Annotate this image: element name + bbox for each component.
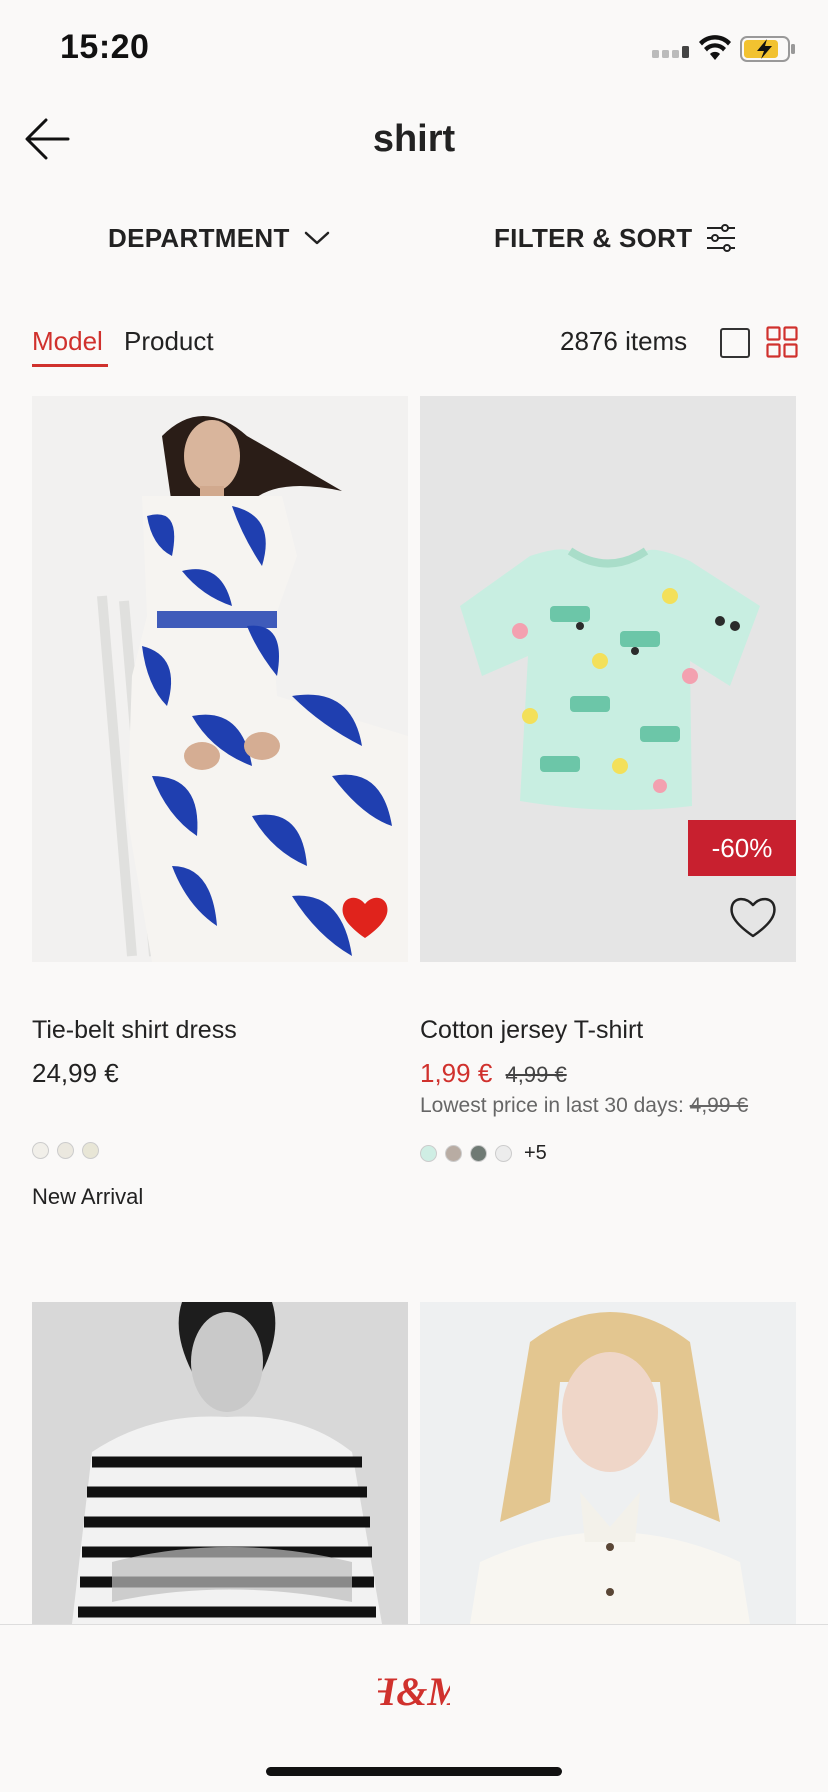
color-swatch[interactable]	[470, 1145, 487, 1162]
product-card[interactable]: -60% Cotton jersey T-shirt 1,99 € 4,99 €…	[420, 396, 796, 1226]
more-colors-count[interactable]: +5	[524, 1142, 547, 1165]
active-tab-underline	[32, 364, 108, 367]
product-price: 24,99 €	[32, 1058, 119, 1088]
tab-product[interactable]: Product	[124, 326, 214, 357]
product-card[interactable]: Tie-belt shirt dress 24,99 € New Arrival	[32, 396, 408, 1226]
lowest-price-label: Lowest price in last 30 days:	[420, 1094, 684, 1117]
view-tabs-row: Model Product 2876 items	[0, 318, 828, 374]
chevron-down-icon	[304, 231, 329, 245]
color-swatch[interactable]	[57, 1142, 74, 1159]
product-card[interactable]	[420, 1302, 796, 1624]
logo-text: H&M	[378, 1669, 450, 1714]
filter-sort-label: FILTER & SORT	[494, 222, 693, 253]
hm-logo-mark: H&M	[364, 1669, 464, 1714]
product-image[interactable]	[32, 396, 408, 962]
product-photo	[420, 1302, 796, 1624]
color-swatches	[32, 1142, 99, 1159]
product-image[interactable]: -60%	[420, 396, 796, 962]
product-photo	[32, 1302, 408, 1624]
new-arrival-badge: New Arrival	[32, 1184, 144, 1209]
favorite-heart-filled-icon[interactable]	[340, 894, 390, 940]
lowest-price-info: Lowest price in last 30 days: 4,99 €	[420, 1094, 748, 1118]
department-label: DEPARTMENT	[108, 222, 290, 253]
product-name[interactable]: Tie-belt shirt dress	[32, 1016, 237, 1045]
cellular-signal-icon	[652, 46, 689, 58]
color-swatch[interactable]	[445, 1145, 462, 1162]
color-swatches: +5	[420, 1142, 547, 1165]
home-indicator[interactable]	[266, 1767, 562, 1776]
department-dropdown[interactable]: DEPARTMENT	[108, 218, 330, 258]
product-image[interactable]	[420, 1302, 796, 1624]
sliders-icon	[707, 224, 736, 252]
product-photo	[32, 396, 408, 962]
hm-logo[interactable]: H&M	[0, 1667, 828, 1722]
status-time: 15:20	[60, 28, 150, 66]
battery-charging-icon	[740, 36, 795, 62]
tab-model[interactable]: Model	[32, 326, 103, 357]
favorite-heart-outline-icon[interactable]	[728, 894, 778, 940]
filter-sort-button[interactable]: FILTER & SORT	[494, 218, 736, 258]
lowest-price-value: 4,99 €	[689, 1094, 749, 1117]
status-bar: 15:20	[0, 0, 828, 100]
page-title: shirt	[372, 118, 456, 160]
product-name[interactable]: Cotton jersey T-shirt	[420, 1016, 643, 1045]
header: shirt	[0, 100, 828, 180]
discount-badge: -60%	[688, 820, 796, 876]
color-swatch[interactable]	[82, 1142, 99, 1159]
bottom-bar: H&M	[0, 1624, 828, 1792]
single-view-icon[interactable]	[720, 328, 750, 358]
product-price: 1,99 € 4,99 €	[420, 1058, 567, 1089]
sale-price: 1,99 €	[420, 1058, 493, 1088]
grid-view-icon[interactable]	[766, 326, 798, 358]
original-price: 4,99 €	[505, 1062, 567, 1087]
item-count: 2876 items	[560, 326, 688, 356]
color-swatch[interactable]	[32, 1142, 49, 1159]
filter-row: DEPARTMENT FILTER & SORT	[0, 212, 828, 264]
color-swatch[interactable]	[420, 1145, 437, 1162]
product-image[interactable]	[32, 1302, 408, 1624]
screen: 15:20 shirt DEPARTMENT FILTER & SORT Mod…	[0, 0, 828, 1792]
product-photo	[420, 396, 796, 962]
product-card[interactable]	[32, 1302, 408, 1624]
color-swatch[interactable]	[495, 1145, 512, 1162]
wifi-icon	[699, 35, 731, 60]
